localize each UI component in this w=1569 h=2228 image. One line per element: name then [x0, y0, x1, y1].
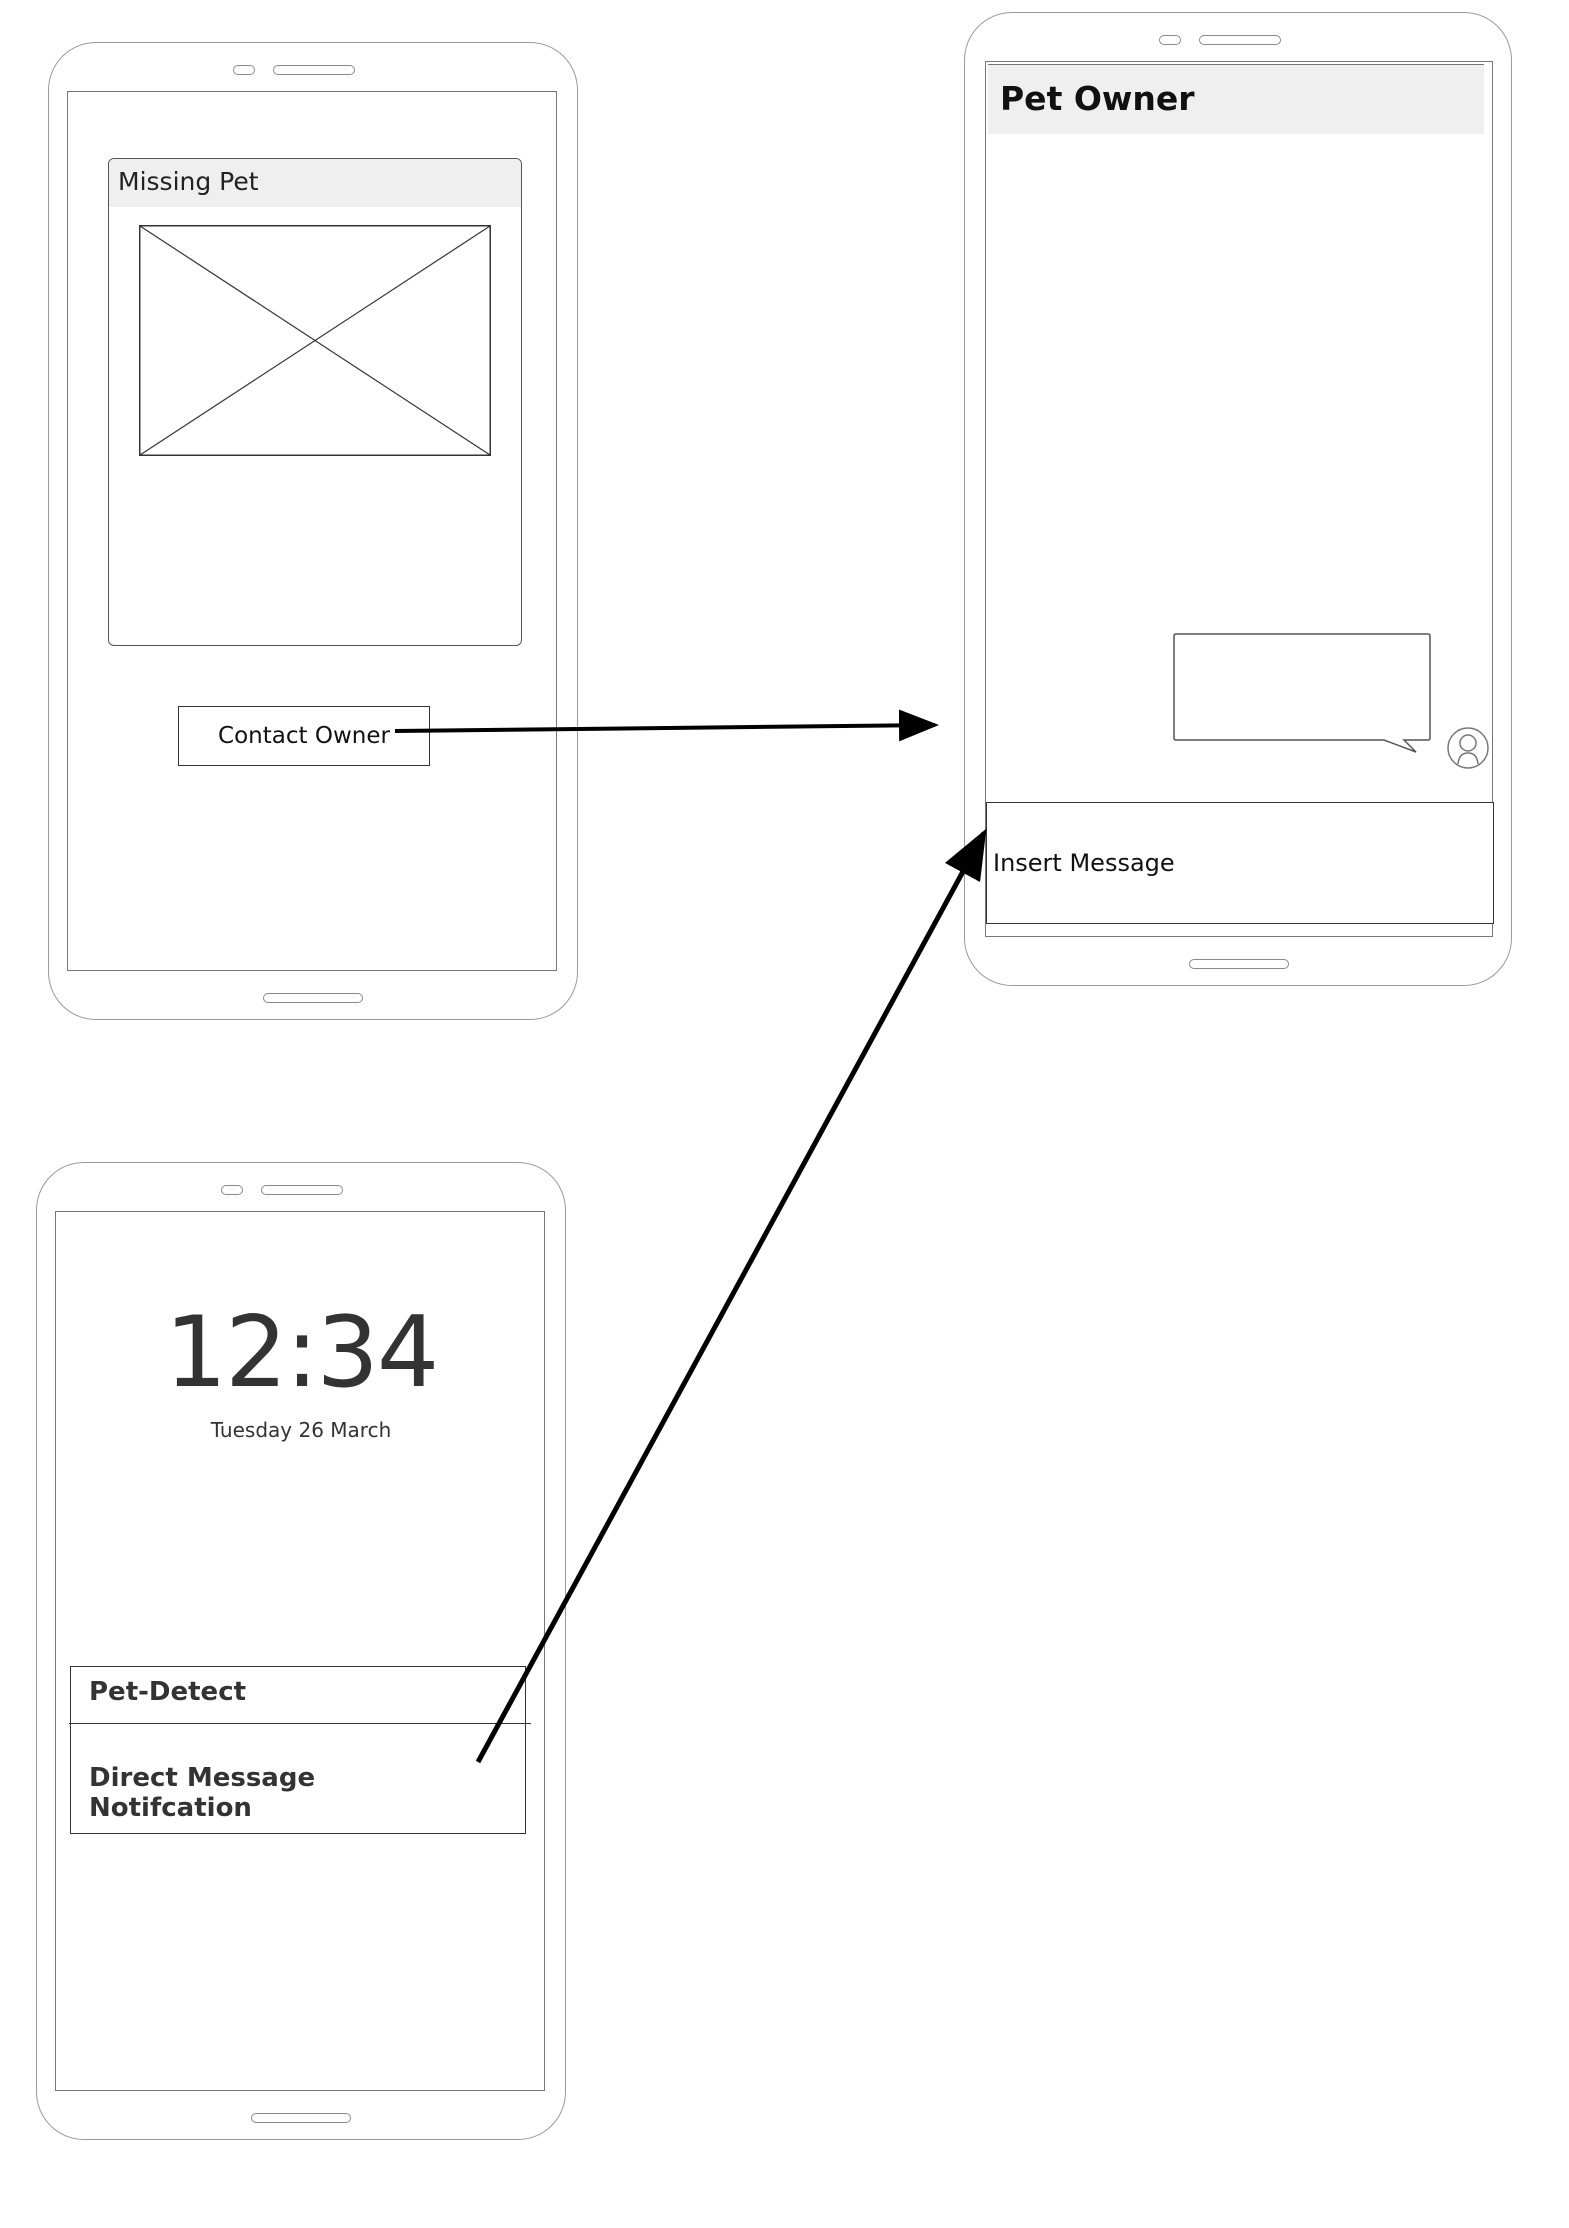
flow-arrow-contact-to-chat: [394, 709, 939, 742]
flow-arrow-notification-to-input: [475, 828, 987, 1764]
flow-arrows: [394, 709, 987, 1764]
